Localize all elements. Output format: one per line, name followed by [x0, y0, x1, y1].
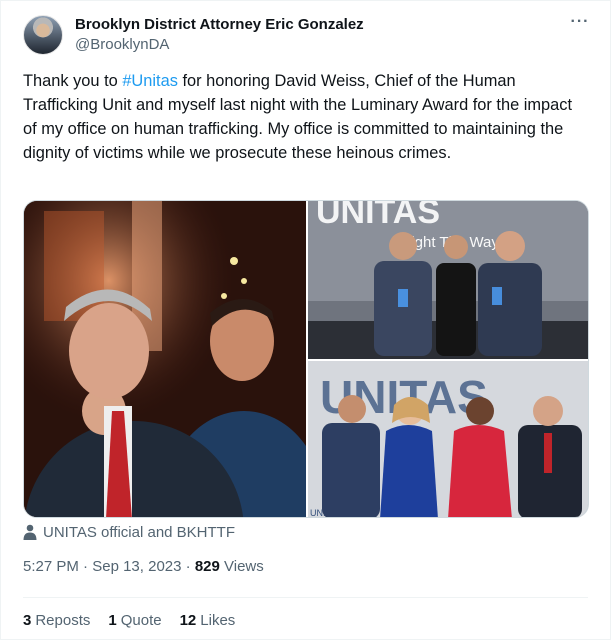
more-options-icon[interactable]: ···	[569, 14, 591, 35]
quotes-count: 1	[108, 612, 117, 629]
views-label: Views	[224, 558, 264, 575]
media-grid: UNITAS Light The Way UNITAS UNI	[23, 200, 589, 518]
likes-count: 12	[179, 612, 197, 629]
media-tags-label: UNITAS official and BKHTTF	[43, 523, 235, 541]
views-count: 829	[194, 558, 220, 575]
tweet-card: Brooklyn District Attorney Eric Gonzalez…	[0, 0, 611, 640]
tweet-date[interactable]: Sep 13, 2023	[92, 558, 181, 575]
likes-label: Likes	[200, 612, 236, 629]
photo-audience-illustration	[24, 201, 306, 517]
quotes-stat[interactable]: 1 Quote	[108, 612, 161, 629]
photo-audience[interactable]	[24, 201, 306, 517]
tweet-text: Thank you to #Unitas for honoring David …	[23, 69, 588, 165]
divider	[23, 597, 588, 598]
tweet-meta: 5:27 PM · Sep 13, 2023 · 829 Views	[23, 558, 264, 575]
reposts-count: 3	[23, 612, 32, 629]
reposts-label: Reposts	[35, 612, 91, 629]
reposts-stat[interactable]: 3 Reposts	[23, 612, 90, 629]
author-handle[interactable]: @BrooklynDA	[75, 36, 169, 53]
person-icon	[23, 524, 37, 540]
likes-stat[interactable]: 12 Likes	[180, 612, 236, 629]
unitas-backdrop-logo: UNITAS	[316, 201, 440, 231]
photo-group[interactable]: UNITAS UNI	[308, 361, 588, 517]
media-tags[interactable]: UNITAS official and BKHTTF	[23, 521, 235, 543]
hashtag-link[interactable]: #Unitas	[122, 72, 178, 90]
photo-award-stage[interactable]: UNITAS Light The Way	[308, 201, 588, 359]
quotes-label: Quote	[120, 612, 162, 629]
tweet-text-before: Thank you to	[23, 72, 123, 90]
photo-group-illustration: UNITAS UNI	[308, 361, 588, 517]
author-avatar[interactable]	[23, 15, 63, 55]
tweet-time[interactable]: 5:27 PM	[23, 558, 79, 575]
author-name[interactable]: Brooklyn District Attorney Eric Gonzalez	[75, 16, 364, 33]
meta-separator: ·	[83, 558, 89, 575]
engagement-stats: 3 Reposts 1 Quote 12 Likes	[23, 612, 235, 629]
meta-separator-2: ·	[185, 558, 191, 575]
tweet-header: Brooklyn District Attorney Eric Gonzalez…	[23, 13, 593, 57]
photo-award-stage-illustration: UNITAS Light The Way	[308, 201, 588, 359]
